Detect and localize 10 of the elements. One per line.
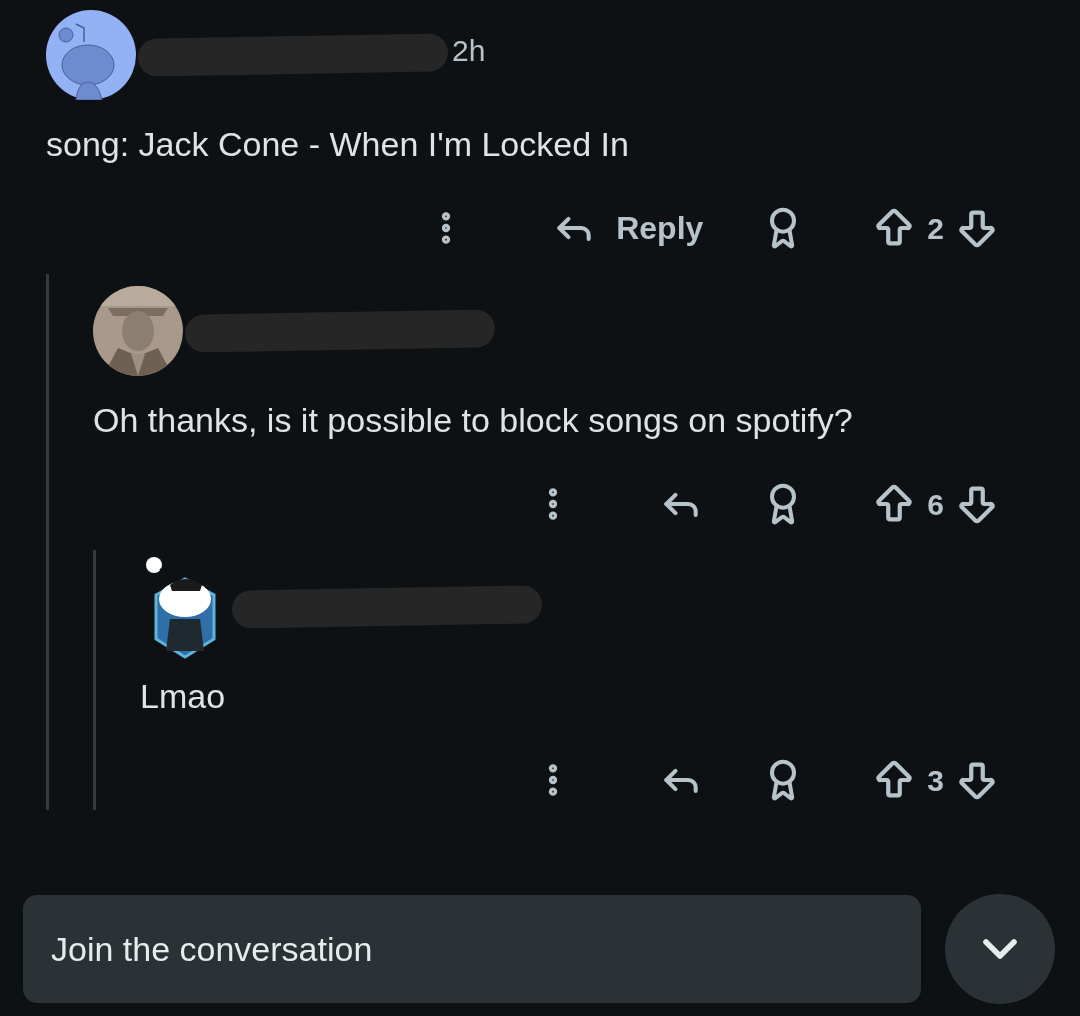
comment-text: Oh thanks, is it possible to block songs on spotify? (93, 400, 854, 440)
vote-count: 3 (927, 762, 944, 799)
comment-input[interactable]: Join the conversation (23, 895, 921, 1003)
vote-count: 2 (927, 210, 944, 247)
avatar-icon (46, 10, 136, 100)
reply-button[interactable]: Reply (552, 204, 704, 252)
comment-text: song: Jack Cone - When I'm Locked In (46, 124, 630, 164)
comment-time: 2h (452, 32, 486, 69)
vote-count: 6 (927, 486, 944, 523)
comment-text: Lmao (140, 676, 227, 716)
